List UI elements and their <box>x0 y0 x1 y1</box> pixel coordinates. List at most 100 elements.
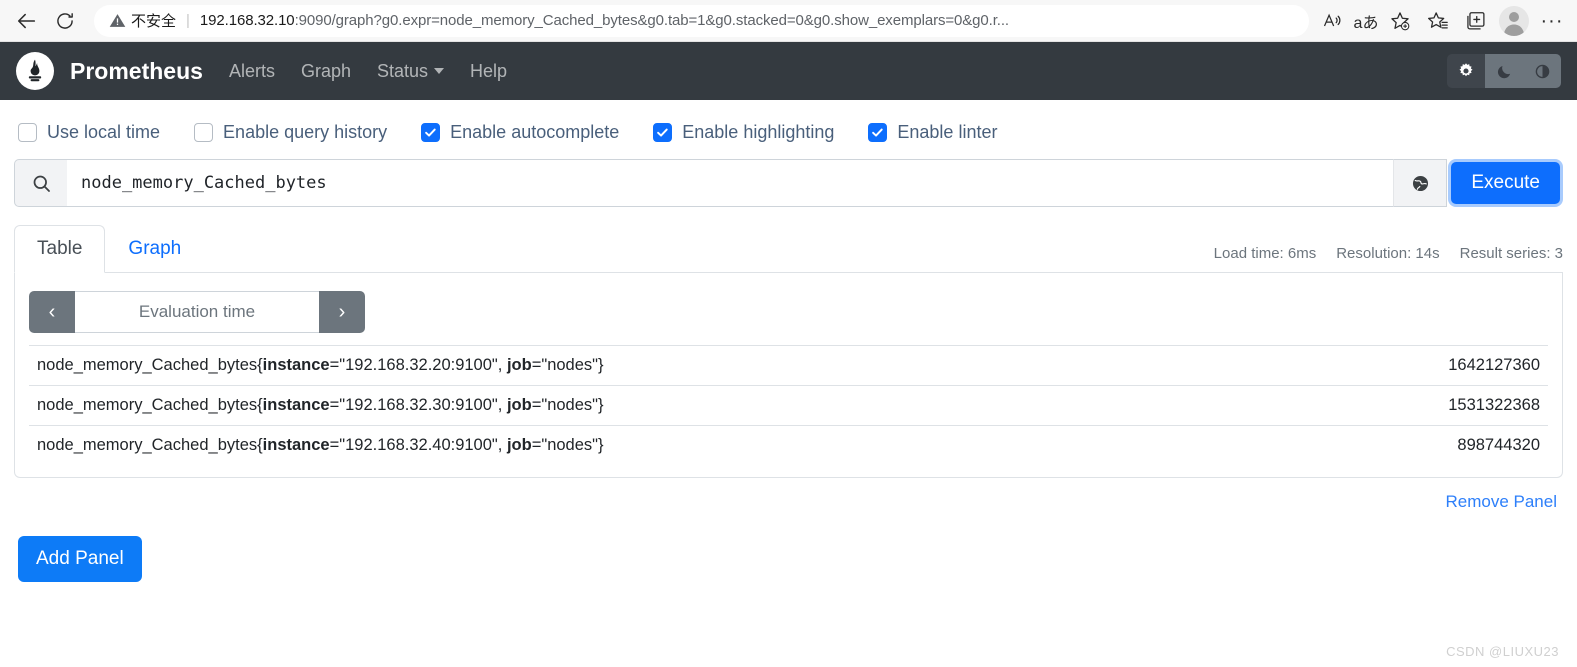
use-local-time-checkbox[interactable] <box>18 123 37 142</box>
execute-button[interactable]: Execute <box>1451 162 1560 204</box>
chevron-down-icon <box>434 68 445 74</box>
prometheus-navbar: Prometheus Alerts Graph Status Help <box>0 42 1577 100</box>
profile-avatar[interactable] <box>1499 5 1529 36</box>
table-row[interactable]: node_memory_Cached_bytes{instance="192.1… <box>29 345 1548 386</box>
check-icon <box>657 128 668 137</box>
enable-autocomplete-checkbox[interactable] <box>421 123 441 142</box>
option-enable-autocomplete[interactable]: Enable autocomplete <box>421 122 619 143</box>
use-local-time-label: Use local time <box>47 122 161 142</box>
prometheus-logo[interactable] <box>16 52 54 90</box>
series-value-cell: 1531322368 <box>1252 385 1548 426</box>
label-name: instance <box>262 356 330 374</box>
label-value: "nodes" <box>541 436 599 454</box>
check-icon <box>872 128 884 137</box>
label-name: job <box>506 436 532 454</box>
enable-query-history-label: Enable query history <box>223 122 388 142</box>
remove-panel-link[interactable]: Remove Panel <box>1445 492 1557 512</box>
label-value: "192.168.32.40:9100" <box>339 436 498 454</box>
results-table: node_memory_Cached_bytes{instance="192.1… <box>29 345 1548 465</box>
option-enable-highlighting[interactable]: Enable highlighting <box>653 122 834 143</box>
favorites-button[interactable] <box>1421 5 1455 37</box>
remove-panel-row: Remove Panel <box>14 478 1563 512</box>
table-panel: ‹ Evaluation time › node_memory_Cached_b… <box>14 273 1563 478</box>
read-aloud-icon <box>1323 13 1341 26</box>
label-name: job <box>506 356 532 374</box>
collections-icon <box>1467 11 1485 30</box>
nav-item-graph[interactable]: Graph <box>301 61 351 82</box>
enable-linter-checkbox[interactable] <box>868 123 888 142</box>
favorites-star-icon <box>1428 11 1448 29</box>
not-secure-warning-icon <box>108 12 126 30</box>
collections-button[interactable] <box>1459 5 1493 37</box>
theme-switcher <box>1447 54 1561 88</box>
series-value-cell: 898744320 <box>1252 425 1548 465</box>
enable-autocomplete-label: Enable autocomplete <box>450 122 620 142</box>
address-path: :9090/graph?g0.expr=node_memory_Cached_b… <box>294 12 1010 29</box>
back-arrow-icon <box>17 13 36 28</box>
address-text: 192.168.32.10:9090/graph?g0.expr=node_me… <box>200 12 1299 29</box>
star-plus-icon <box>1391 11 1410 30</box>
prometheus-torch-icon <box>28 59 42 82</box>
tab-table[interactable]: Table <box>14 225 106 273</box>
resolution-label: Resolution: 14s <box>1336 245 1440 262</box>
query-expression-input[interactable]: node_memory_Cached_bytes <box>67 159 1394 207</box>
metrics-explorer-button[interactable] <box>1393 159 1448 207</box>
search-icon <box>33 175 50 192</box>
translate-icon: aあ <box>1353 14 1379 32</box>
metric-name: node_memory_Cached_bytes <box>37 436 258 454</box>
tab-graph[interactable]: Graph <box>105 225 204 273</box>
enable-highlighting-checkbox[interactable] <box>653 123 673 142</box>
address-bar[interactable]: 不安全 | 192.168.32.10:9090/graph?g0.expr=n… <box>94 4 1309 37</box>
nav-item-alerts[interactable]: Alerts <box>229 61 275 82</box>
browser-toolbar: 不安全 | 192.168.32.10:9090/graph?g0.expr=n… <box>0 0 1577 42</box>
nav-item-help-label: Help <box>470 60 508 81</box>
address-host: 192.168.32.10 <box>199 12 295 29</box>
label-value: "nodes" <box>541 356 599 374</box>
nav-item-help[interactable]: Help <box>470 61 507 82</box>
result-series-label: Result series: 3 <box>1459 245 1563 262</box>
add-favorite-button[interactable] <box>1383 5 1417 37</box>
evaluation-time-input[interactable]: Evaluation time <box>75 291 319 333</box>
query-meta-info: Load time: 6ms Resolution: 14s Result se… <box>1214 245 1563 272</box>
label-name: instance <box>262 436 330 454</box>
table-row[interactable]: node_memory_Cached_bytes{instance="192.1… <box>29 385 1548 426</box>
label-name: job <box>506 396 532 414</box>
half-circle-icon <box>1535 64 1549 78</box>
back-button[interactable] <box>8 4 46 38</box>
evaluation-time-prev-button[interactable]: ‹ <box>29 291 75 333</box>
brand-title: Prometheus <box>70 57 203 84</box>
option-enable-linter[interactable]: Enable linter <box>868 122 997 143</box>
table-row[interactable]: node_memory_Cached_bytes{instance="192.1… <box>29 425 1548 465</box>
enable-linter-label: Enable linter <box>897 122 998 142</box>
add-panel-row: Add Panel <box>14 512 1563 582</box>
page-root: 不安全 | 192.168.32.10:9090/graph?g0.expr=n… <box>0 0 1577 667</box>
globe-icon <box>1412 175 1428 191</box>
reload-button[interactable] <box>46 4 84 38</box>
series-value-cell: 1642127360 <box>1252 345 1548 386</box>
evaluation-time-next-button[interactable]: › <box>319 291 365 333</box>
translate-button[interactable]: aあ <box>1349 5 1383 37</box>
metric-name: node_memory_Cached_bytes <box>37 396 258 414</box>
light-theme-button[interactable] <box>1447 54 1485 88</box>
option-use-local-time[interactable]: Use local time <box>18 122 160 143</box>
query-input-group: node_memory_Cached_bytes Execute <box>14 159 1563 207</box>
nav-item-status[interactable]: Status <box>377 61 445 82</box>
evaluation-time-control: ‹ Evaluation time › <box>29 291 365 333</box>
auto-theme-button[interactable] <box>1523 54 1561 88</box>
series-label-cell: node_memory_Cached_bytes{instance="192.1… <box>29 385 1252 426</box>
browser-settings-button[interactable]: ··· <box>1535 5 1569 37</box>
dark-theme-button[interactable] <box>1485 54 1523 88</box>
enable-query-history-checkbox[interactable] <box>194 123 214 142</box>
series-label-cell: node_memory_Cached_bytes{instance="192.1… <box>29 425 1252 465</box>
label-value: "nodes" <box>541 396 599 414</box>
panel-tabs: Table Graph Load time: 6ms Resolution: 1… <box>14 225 1563 273</box>
read-aloud-button[interactable] <box>1315 5 1349 37</box>
reload-icon <box>57 12 73 29</box>
load-time-label: Load time: 6ms <box>1213 245 1317 262</box>
security-status-label: 不安全 <box>131 13 177 30</box>
add-panel-button[interactable]: Add Panel <box>18 536 142 582</box>
nav-item-alerts-label: Alerts <box>228 60 275 81</box>
option-enable-query-history[interactable]: Enable query history <box>194 122 387 143</box>
execute-button-focus-ring: Execute <box>1448 159 1563 207</box>
enable-highlighting-label: Enable highlighting <box>682 122 835 142</box>
